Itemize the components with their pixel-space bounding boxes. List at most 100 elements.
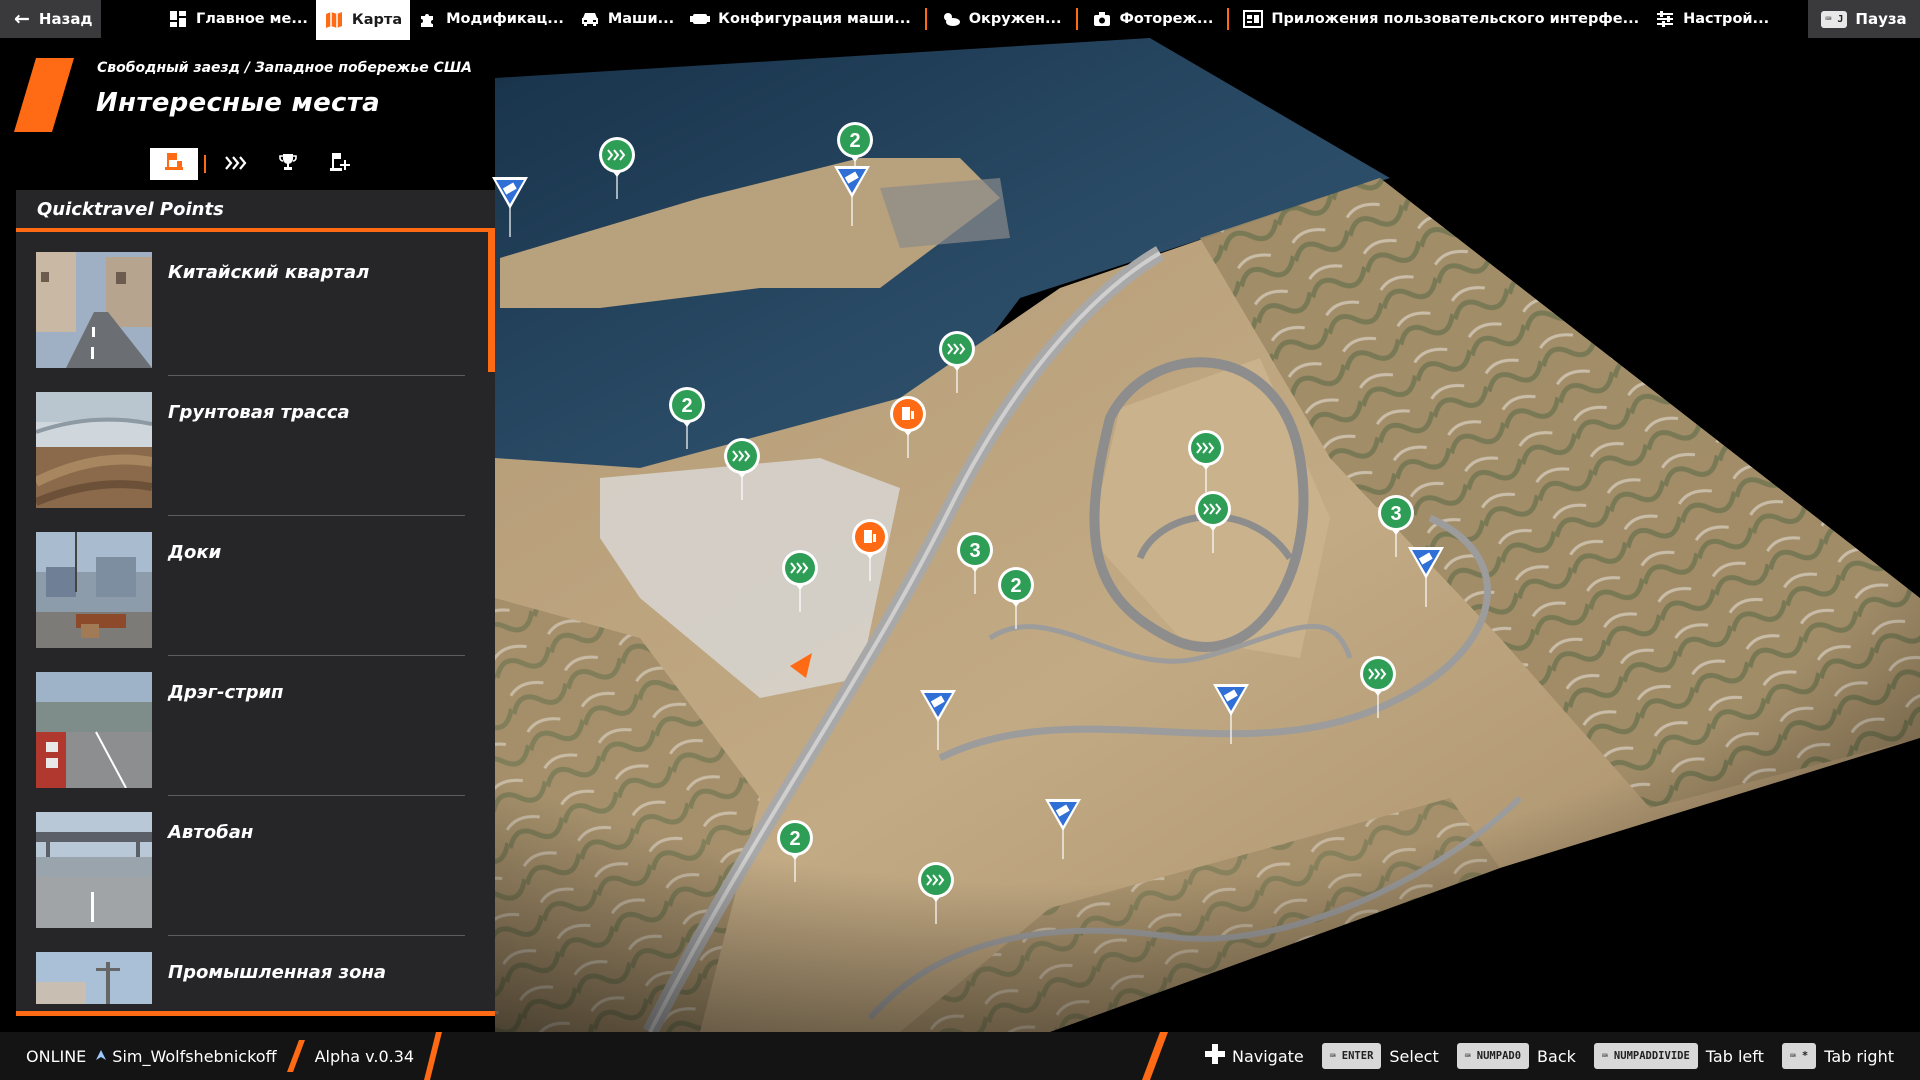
brand-slash-logo xyxy=(14,58,74,132)
tab-photo-mode[interactable]: Фотореж... xyxy=(1084,0,1222,38)
trophy-icon xyxy=(278,152,298,176)
map-icon xyxy=(324,10,344,30)
tab-label: Приложения пользовательского интерфе... xyxy=(1271,11,1640,27)
version: Alpha v.0.34 xyxy=(314,1046,415,1066)
tab-separator xyxy=(1075,8,1078,30)
keycap: ⌨ NUMPADDIVIDE xyxy=(1593,1043,1698,1069)
tab-separator xyxy=(924,8,927,30)
main-tabs: Главное ме... Карта Модификац... Маши...… xyxy=(160,0,1777,40)
tab-label: Конфигурация маши... xyxy=(718,11,911,27)
session-status: ONLINE Sim_Wolfshebnickoff Alpha v.0.34 xyxy=(26,1032,452,1080)
list-item[interactable]: Дрэг-стрип xyxy=(16,652,495,796)
location-name: Доки xyxy=(168,542,222,563)
keycap: ⌨ * xyxy=(1781,1043,1817,1069)
quicktravel-marker[interactable] xyxy=(599,137,635,199)
arrow-left-icon: ← xyxy=(14,7,30,30)
tab-label: Настрой... xyxy=(1683,11,1770,27)
drive-marker[interactable] xyxy=(1213,684,1249,744)
hint-tab-right: ⌨ * Tab right xyxy=(1781,1043,1894,1069)
quicktravel-list: Китайский квартал Грунтовая трасса Доки … xyxy=(16,232,495,1004)
list-item[interactable]: Доки xyxy=(16,512,495,656)
keycap: ⌨ NUMPAD0 xyxy=(1456,1043,1530,1069)
tab-main-menu[interactable]: Главное ме... xyxy=(160,0,316,38)
page-title: Интересные места xyxy=(96,88,380,118)
quicktravel-marker[interactable] xyxy=(1188,430,1224,492)
tab-mods[interactable]: Модификац... xyxy=(410,0,572,38)
tab-drive-routes[interactable] xyxy=(212,148,260,180)
bottom-status-bar: ONLINE Sim_Wolfshebnickoff Alpha v.0.34 … xyxy=(0,1032,1920,1080)
control-hints: Navigate ⌨ ENTER Select ⌨ NUMPAD0 Back ⌨ NU… xyxy=(1186,1032,1894,1080)
quicktravel-marker[interactable] xyxy=(1360,656,1396,718)
list-item[interactable]: Китайский квартал xyxy=(16,232,495,376)
fuel-station-marker[interactable] xyxy=(890,396,926,458)
hint-tab-left: ⌨ NUMPADDIVIDE Tab left xyxy=(1593,1043,1764,1069)
tab-settings[interactable]: Настрой... xyxy=(1647,0,1777,38)
pause-label: Пауза xyxy=(1855,10,1907,28)
username: Sim_Wolfshebnickoff xyxy=(112,1046,277,1066)
mission-count-marker[interactable]: 2 xyxy=(777,820,813,882)
puzzle-icon xyxy=(418,9,438,29)
drive-marker[interactable] xyxy=(834,166,870,226)
tab-label: Карта xyxy=(351,12,403,28)
tab-separator xyxy=(1227,8,1230,30)
car-icon xyxy=(580,9,600,29)
tab-vehicles[interactable]: Маши... xyxy=(572,0,682,38)
online-status: ONLINE xyxy=(26,1046,87,1066)
hint-label: Tab right xyxy=(1824,1046,1894,1066)
tab-quicktravel[interactable] xyxy=(150,148,198,180)
hint-label: Navigate xyxy=(1231,1046,1304,1066)
dpad-icon xyxy=(1204,1043,1226,1069)
list-item[interactable]: Грунтовая трасса xyxy=(16,372,495,516)
tab-vehicle-config[interactable]: Конфигурация маши... xyxy=(682,0,919,38)
location-name: Дрэг-стрип xyxy=(168,682,284,703)
quicktravel-marker[interactable] xyxy=(918,862,954,924)
tab-label: Маши... xyxy=(607,11,675,27)
drive-marker[interactable] xyxy=(1045,799,1081,859)
keyboard-key-icon: ⌨ xyxy=(1464,1050,1471,1062)
hint-label: Back xyxy=(1537,1046,1576,1066)
back-button[interactable]: ← Назад xyxy=(0,0,101,38)
tab-environment[interactable]: Окружен... xyxy=(933,0,1070,38)
location-thumbnail xyxy=(36,532,152,648)
tab-label: Окружен... xyxy=(968,11,1062,27)
mission-count-marker[interactable]: 2 xyxy=(669,387,705,449)
quicktravel-panel: Quicktravel Points Китайский квартал Гру… xyxy=(16,190,495,1016)
tab-challenges[interactable] xyxy=(264,148,312,180)
list-item[interactable]: Промышленная зона xyxy=(16,932,495,1004)
hint-select: ⌨ ENTER Select xyxy=(1321,1043,1439,1069)
location-name: Грунтовая трасса xyxy=(168,402,350,423)
location-thumbnail xyxy=(36,812,152,928)
drive-marker[interactable] xyxy=(492,177,528,237)
slash-separator xyxy=(424,1032,443,1080)
location-thumbnail xyxy=(36,952,152,1004)
ui-apps-icon xyxy=(1243,9,1264,29)
svg-text:2: 2 xyxy=(681,395,692,417)
tab-label: Фотореж... xyxy=(1119,11,1214,27)
quicktravel-marker[interactable] xyxy=(724,438,760,500)
svg-text:2: 2 xyxy=(789,828,800,850)
panel-bottom-accent xyxy=(16,1011,495,1016)
hint-navigate: Navigate xyxy=(1204,1043,1304,1069)
tab-label: Модификац... xyxy=(446,11,564,27)
user-icon xyxy=(94,1047,108,1066)
quicktravel-pin-icon xyxy=(163,151,185,177)
tab-spawn-points[interactable] xyxy=(316,148,364,180)
camera-icon xyxy=(1092,9,1112,29)
quicktravel-marker[interactable] xyxy=(939,331,975,393)
fuel-station-marker[interactable] xyxy=(852,519,888,581)
chevrons-icon xyxy=(225,155,247,174)
pause-button[interactable]: ⌨ J Пауза xyxy=(1808,0,1920,38)
quicktravel-marker[interactable] xyxy=(1195,491,1231,553)
mission-count-marker[interactable]: 2 xyxy=(998,567,1034,629)
tab-map[interactable]: Карта xyxy=(315,0,411,40)
list-item[interactable]: Автобан xyxy=(16,792,495,936)
drive-marker[interactable] xyxy=(920,690,956,750)
location-thumbnail xyxy=(36,392,152,508)
drive-marker[interactable] xyxy=(1408,547,1444,607)
mission-count-marker[interactable]: 3 xyxy=(957,532,993,594)
keyboard-key-icon: ⌨ J xyxy=(1821,10,1848,28)
weather-icon xyxy=(941,9,961,29)
quicktravel-marker[interactable] xyxy=(782,550,818,612)
tab-ui-apps[interactable]: Приложения пользовательского интерфе... xyxy=(1235,0,1647,38)
poi-category-tabs xyxy=(150,148,364,180)
